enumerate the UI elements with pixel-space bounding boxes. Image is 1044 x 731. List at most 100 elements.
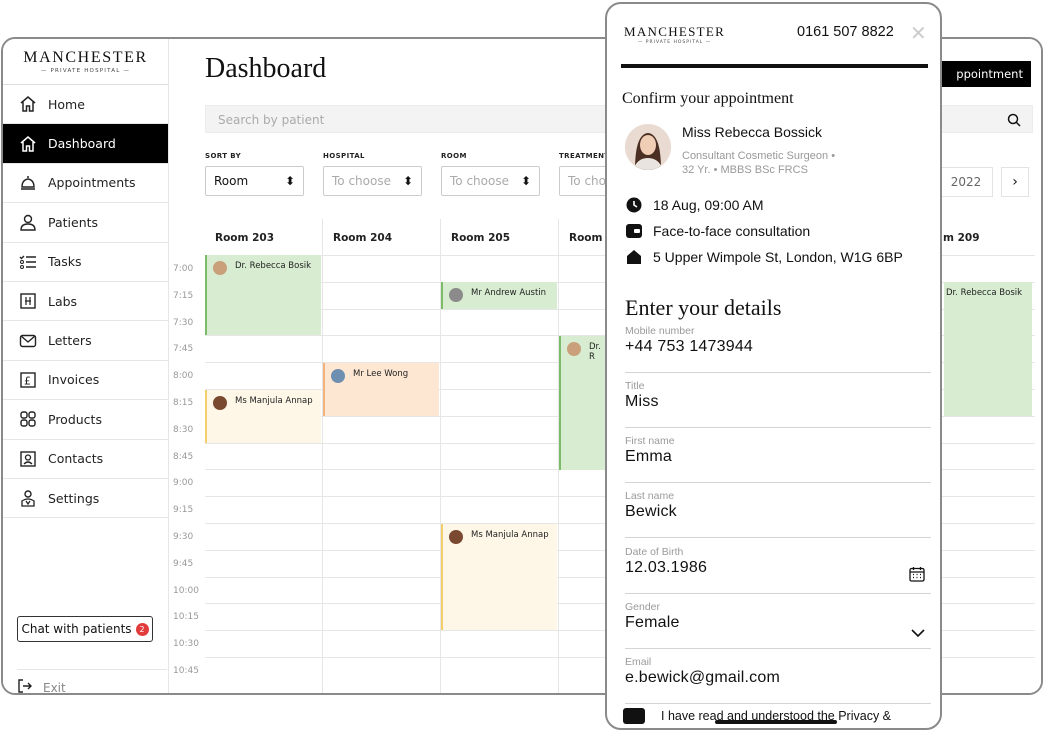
- avatar: [449, 288, 463, 302]
- first-name-field[interactable]: First name Emma: [625, 435, 931, 483]
- sidebar-item-label: Patients: [48, 214, 99, 230]
- email-field[interactable]: Email e.bewick@gmail.com: [625, 656, 931, 704]
- appointment-block[interactable]: Ms Manjula Annap: [205, 390, 321, 443]
- appointment-address: 5 Upper Wimpole St, London, W1G 6BP: [625, 248, 903, 266]
- tasks-icon: [17, 253, 39, 271]
- invoice-icon: £: [17, 371, 39, 389]
- time-label: 7:30: [173, 317, 194, 328]
- doctor-avatar: [625, 124, 671, 170]
- hospital-select[interactable]: To choose ⬍: [323, 166, 422, 196]
- time-label: 9:30: [173, 532, 194, 542]
- time-label: 10:15: [173, 612, 199, 623]
- time-label: 10:45: [173, 666, 199, 676]
- clock-icon: [625, 196, 643, 214]
- chevron-right-icon[interactable]: ›: [1001, 167, 1029, 197]
- page-title: Dashboard: [205, 53, 327, 84]
- unread-badge: 2: [135, 622, 149, 636]
- sidebar-item-label: Dashboard: [48, 136, 116, 152]
- time-label: 7:15: [173, 290, 194, 301]
- new-appointment-button[interactable]: ppointment: [939, 61, 1031, 87]
- sidebar-item-label: Products: [48, 411, 102, 427]
- phone-number[interactable]: 0161 507 8822: [797, 24, 894, 40]
- avatar: [331, 369, 345, 383]
- appointment-block[interactable]: Dr. R: [559, 336, 607, 470]
- appointment-block[interactable]: Mr Lee Wong: [323, 363, 439, 416]
- room-select[interactable]: To choose ⬍: [441, 166, 540, 196]
- sidebar-item-labs[interactable]: Labs: [3, 282, 168, 322]
- consent-checkbox[interactable]: [623, 708, 645, 724]
- sidebar-item-settings[interactable]: Settings: [3, 479, 168, 519]
- time-label: 9:45: [173, 558, 194, 569]
- column-header: Room 204: [333, 232, 393, 244]
- sidebar: MANCHESTER — PRIVATE HOSPITAL — Home Das…: [3, 39, 169, 693]
- chevron-down-icon[interactable]: [911, 625, 925, 643]
- sidebar-item-label: Settings: [48, 490, 100, 506]
- brand-logo: MANCHESTER — PRIVATE HOSPITAL —: [3, 39, 168, 85]
- doctor-role: Consultant Cosmetic Surgeon • 32 Yr. • M…: [682, 150, 836, 176]
- appointment-block[interactable]: Dr. Rebecca Bosik: [205, 255, 321, 335]
- sidebar-item-label: Tasks: [48, 254, 82, 270]
- labs-icon: [17, 292, 39, 310]
- avatar: [567, 342, 581, 356]
- avatar: [449, 530, 463, 544]
- mobile-number-field[interactable]: Mobile number +44 753 1473944: [625, 325, 931, 373]
- sidebar-item-dashboard[interactable]: Dashboard: [3, 124, 168, 164]
- time-label: 8:00: [173, 371, 194, 382]
- search-icon[interactable]: [1007, 112, 1021, 131]
- time-label: 8:45: [173, 451, 194, 462]
- confirm-title: Confirm your appointment: [622, 90, 794, 107]
- home-icon: [17, 135, 39, 153]
- date-of-birth-field[interactable]: Date of Birth 12.03.1986: [625, 546, 931, 594]
- calendar-icon[interactable]: [909, 566, 925, 587]
- close-icon[interactable]: ✕: [910, 21, 927, 45]
- avatar: [213, 261, 227, 275]
- progress-bar: [621, 64, 928, 68]
- time-label: 9:00: [173, 478, 194, 489]
- time-label: 8:15: [173, 398, 194, 408]
- products-icon: [17, 410, 39, 428]
- time-label: 7:00: [173, 264, 194, 274]
- gender-field[interactable]: Gender Female: [625, 601, 931, 649]
- appointment-block[interactable]: Dr. Rebecca Bosik: [944, 282, 1032, 416]
- column-header: Room 205: [451, 232, 511, 244]
- last-name-field[interactable]: Last name Bewick: [625, 490, 931, 538]
- sort-by-select[interactable]: Room ⬍: [205, 166, 304, 196]
- sidebar-item-products[interactable]: Products: [3, 400, 168, 440]
- appointment-block[interactable]: Ms Manjula Annap: [441, 524, 557, 630]
- chat-with-patients-button[interactable]: Chat with patients 2: [17, 616, 153, 642]
- bell-icon: [17, 174, 39, 192]
- sidebar-item-patients[interactable]: Patients: [3, 203, 168, 243]
- patient-icon: [17, 213, 39, 232]
- sort-arrows-icon: ⬍: [402, 174, 413, 188]
- exit-icon: [17, 678, 33, 693]
- home-icon: [17, 95, 39, 113]
- column-header: m 209: [943, 232, 980, 244]
- svg-text:£: £: [24, 374, 31, 387]
- room-filter: ROOM To choose ⬍: [441, 152, 540, 196]
- sidebar-item-appointments[interactable]: Appointments: [3, 164, 168, 204]
- appointment-block[interactable]: Mr Andrew Austin: [441, 282, 557, 309]
- sidebar-item-label: Labs: [48, 293, 78, 309]
- sidebar-item-letters[interactable]: Letters: [3, 321, 168, 361]
- sidebar-item-invoices[interactable]: £ Invoices: [3, 361, 168, 401]
- enter-details-title: Enter your details: [625, 295, 782, 320]
- appointment-time: 18 Aug, 09:00 AM: [625, 196, 764, 214]
- sidebar-item-contacts[interactable]: Contacts: [3, 440, 168, 479]
- time-label: 10:00: [173, 585, 199, 596]
- sidebar-item-label: Appointments: [48, 175, 136, 191]
- consultation-icon: [625, 222, 643, 240]
- doctor-name: Miss Rebecca Bossick: [682, 124, 823, 140]
- sidebar-item-tasks[interactable]: Tasks: [3, 243, 168, 282]
- sidebar-item-label: Letters: [48, 333, 92, 349]
- time-label: 8:30: [173, 424, 194, 435]
- sort-arrows-icon: ⬍: [520, 174, 531, 188]
- booking-phone-screen: MANCHESTER — PRIVATE HOSPITAL — 0161 507…: [605, 2, 942, 730]
- exit-button[interactable]: Exit: [17, 669, 167, 693]
- sidebar-item-home[interactable]: Home: [3, 85, 168, 125]
- title-field[interactable]: Title Miss: [625, 380, 931, 428]
- sidebar-item-label: Invoices: [48, 372, 100, 388]
- mail-icon: [17, 332, 39, 350]
- appointment-type: Face-to-face consultation: [625, 222, 810, 240]
- brand-logo: MANCHESTER — PRIVATE HOSPITAL —: [624, 24, 726, 45]
- date-display[interactable]: 2022: [939, 167, 993, 197]
